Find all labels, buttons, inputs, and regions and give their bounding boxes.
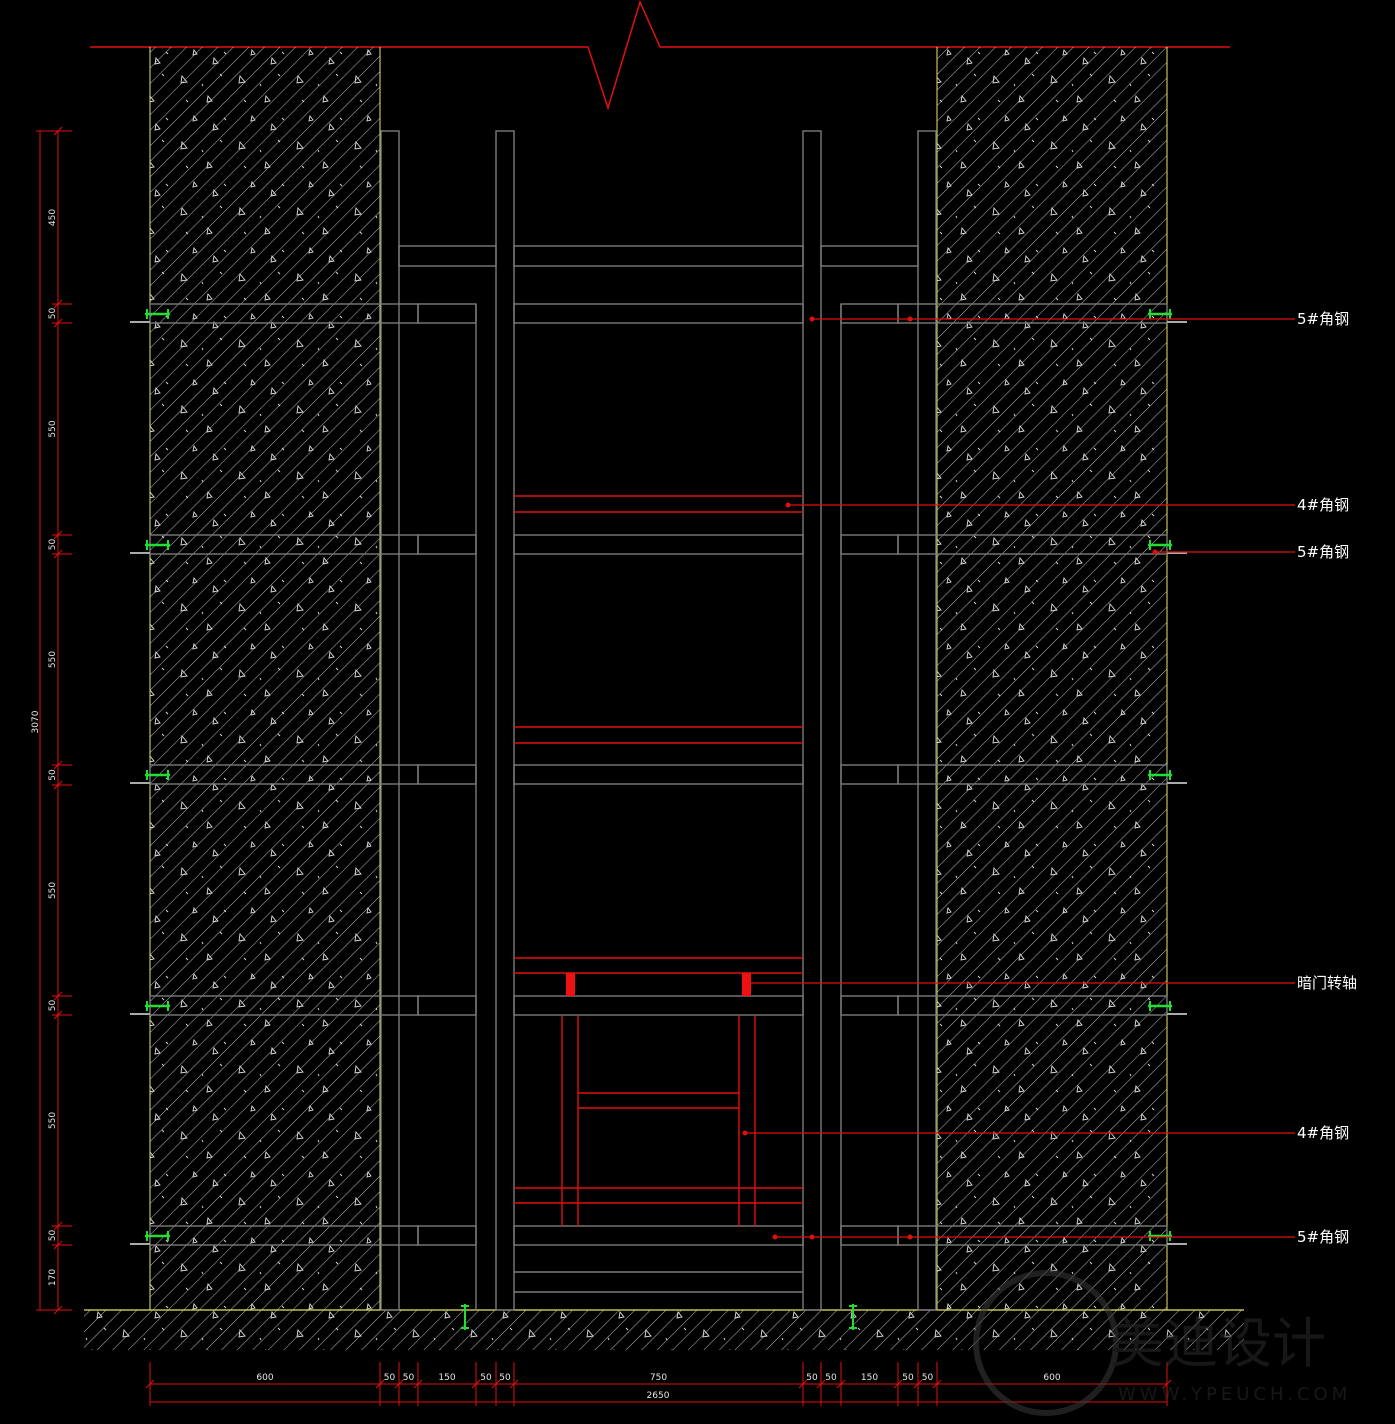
- horizontal-dim-label: 50: [922, 1373, 934, 1383]
- horizontal-dim-label: 150: [861, 1373, 878, 1383]
- vertical-dim-label: 170: [48, 1269, 58, 1286]
- horizontal-dim-label: 600: [1043, 1373, 1060, 1383]
- vertical-dimensions: 450 50 550 50 550 50 550 50 550 50 170 3070: [31, 126, 72, 1315]
- left-wall: [149, 47, 381, 1310]
- vertical-total: 3070: [31, 710, 41, 733]
- callout-label: 暗门转轴: [1297, 974, 1357, 992]
- horizontal-dim-label: 50: [384, 1373, 396, 1383]
- horizontal-dim-label: 750: [650, 1373, 667, 1383]
- vertical-dim-label: 550: [48, 651, 58, 668]
- vertical-dim-label: 550: [48, 882, 58, 899]
- horizontal-dim-label: 150: [438, 1373, 455, 1383]
- elevation-drawing: 5#角钢 4#角钢 5#角钢 暗门转轴 4#角钢 5#角钢 4505055050…: [31, 0, 1357, 1416]
- vertical-dim-label: 50: [48, 539, 58, 551]
- horizontal-dim-label: 50: [480, 1373, 492, 1383]
- horizontal-dim-label: 50: [902, 1373, 914, 1383]
- horizontal-dim-label: 50: [825, 1373, 837, 1383]
- watermark-url: WWW.YPEUCH.COM: [1118, 1384, 1351, 1405]
- horizontal-dim-label: 50: [806, 1373, 818, 1383]
- horizontal-dim-label: 600: [256, 1373, 273, 1383]
- vertical-dim-label: 50: [48, 1000, 58, 1012]
- hidden-door: [514, 495, 803, 1226]
- horizontal-dim-label: 50: [499, 1373, 511, 1383]
- vertical-dim-label: 550: [48, 1112, 58, 1129]
- floor-slab: [84, 1309, 1244, 1350]
- horizontal-dimensions: 600 50 50 150 50 50 750 50 50 150 50 50 600 2650: [145, 1362, 1172, 1406]
- callout-label: 5#角钢: [1297, 543, 1349, 561]
- horizontal-dim-label: 50: [403, 1373, 415, 1383]
- right-wall: [936, 47, 1168, 1310]
- vertical-dim-label: 50: [48, 1230, 58, 1242]
- vertical-dim-label: 50: [48, 769, 58, 781]
- callout-label: 5#角钢: [1297, 310, 1349, 328]
- callout-3: 5#角钢: [1152, 543, 1349, 561]
- horizontal-total: 2650: [647, 1391, 670, 1401]
- door-pivot: [566, 973, 751, 996]
- vertical-dim-label: 450: [48, 209, 58, 226]
- watermark-text: 美迪设计: [1110, 1312, 1326, 1375]
- vertical-dim-label: 50: [48, 308, 58, 320]
- callout-label: 4#角钢: [1297, 496, 1349, 514]
- vertical-dim-label: 550: [48, 420, 58, 437]
- callout-label: 4#角钢: [1297, 1124, 1349, 1142]
- callout-label: 5#角钢: [1297, 1228, 1349, 1246]
